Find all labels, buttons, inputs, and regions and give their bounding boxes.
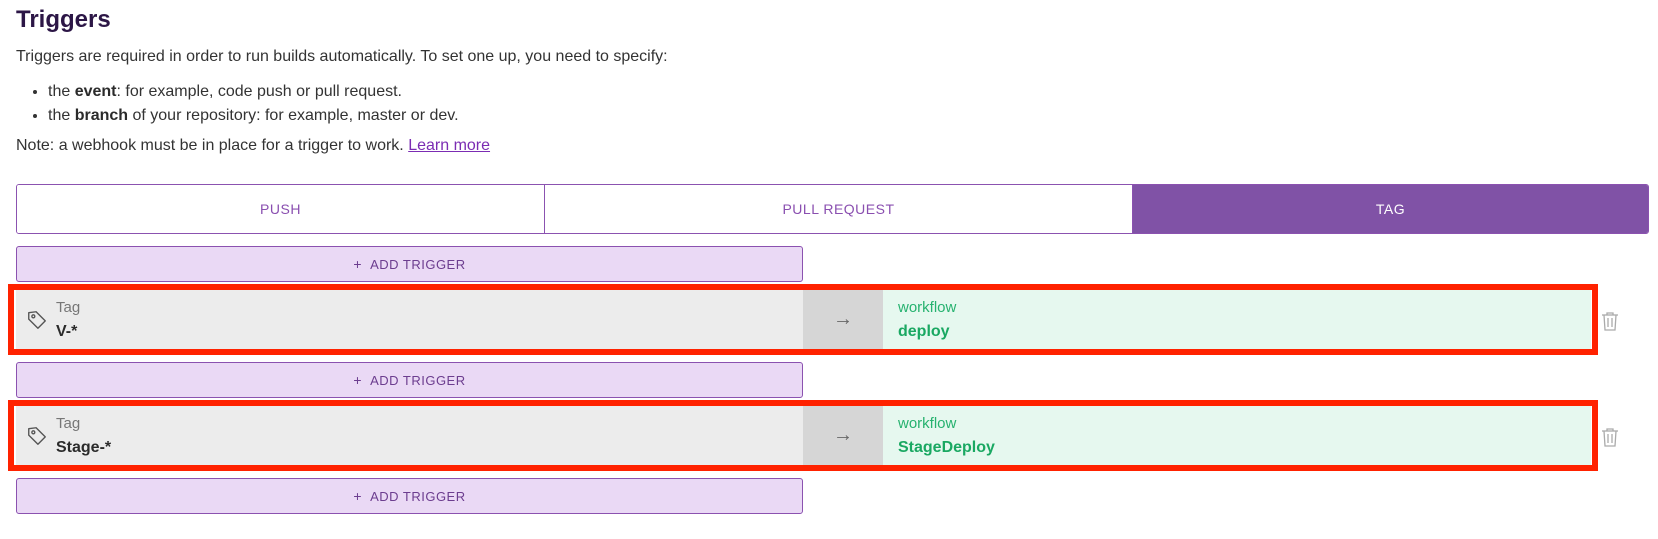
- trigger-source-label: Tag: [56, 299, 81, 316]
- add-trigger-button[interactable]: + ADD TRIGGER: [16, 478, 803, 514]
- list-item: the event: for example, code push or pul…: [48, 80, 459, 104]
- add-trigger-button[interactable]: + ADD TRIGGER: [16, 246, 803, 282]
- trigger-row[interactable]: Tag Stage-* → workflow StageDeploy: [16, 406, 1591, 465]
- trigger-target-label: workflow: [898, 299, 957, 316]
- plus-icon: +: [353, 372, 363, 388]
- webhook-note: Note: a webhook must be in place for a t…: [16, 137, 490, 155]
- trigger-source-value: V-*: [56, 323, 78, 340]
- trigger-target-value: StageDeploy: [898, 439, 995, 456]
- bullet-keyword: event: [74, 83, 117, 100]
- arrow-right-icon: →: [803, 290, 883, 349]
- trash-icon[interactable]: [1601, 311, 1619, 331]
- tab-pull-request[interactable]: PULL REQUEST: [544, 185, 1132, 233]
- tag-icon: [28, 311, 46, 329]
- bullet-prefix: the: [48, 83, 75, 100]
- learn-more-link[interactable]: Learn more: [408, 137, 490, 154]
- tab-tag[interactable]: TAG: [1132, 185, 1648, 233]
- trigger-target: workflow StageDeploy: [883, 406, 1591, 465]
- add-trigger-button[interactable]: + ADD TRIGGER: [16, 362, 803, 398]
- requirements-list: the event: for example, code push or pul…: [48, 80, 459, 128]
- list-item: the branch of your repository: for examp…: [48, 104, 459, 128]
- plus-icon: +: [353, 488, 363, 504]
- intro-text: Triggers are required in order to run bu…: [16, 48, 668, 65]
- add-trigger-label: ADD TRIGGER: [370, 372, 466, 388]
- trigger-source-value: Stage-*: [56, 439, 112, 456]
- note-text: Note: a webhook must be in place for a t…: [16, 137, 409, 154]
- add-trigger-label: ADD TRIGGER: [370, 256, 466, 272]
- trigger-row[interactable]: Tag V-* → workflow deploy: [16, 290, 1591, 349]
- trigger-source: Tag V-*: [16, 290, 803, 349]
- page-title: Triggers: [16, 6, 111, 33]
- add-trigger-label: ADD TRIGGER: [370, 488, 466, 504]
- trigger-source: Tag Stage-*: [16, 406, 803, 465]
- bullet-suffix: : for example, code push or pull request…: [116, 83, 402, 100]
- trigger-target: workflow deploy: [883, 290, 1591, 349]
- arrow-right-icon: →: [803, 406, 883, 465]
- trigger-type-tabs: PUSH PULL REQUEST TAG: [16, 184, 1649, 234]
- trigger-target-label: workflow: [898, 415, 957, 432]
- bullet-suffix: of your repository: for example, master …: [128, 107, 459, 124]
- tag-icon: [28, 427, 46, 445]
- bullet-prefix: the: [48, 107, 75, 124]
- tab-push[interactable]: PUSH: [17, 185, 544, 233]
- trigger-target-value: deploy: [898, 323, 950, 340]
- trash-icon[interactable]: [1601, 427, 1619, 447]
- bullet-keyword: branch: [74, 107, 129, 124]
- trigger-source-label: Tag: [56, 415, 81, 432]
- plus-icon: +: [353, 256, 363, 272]
